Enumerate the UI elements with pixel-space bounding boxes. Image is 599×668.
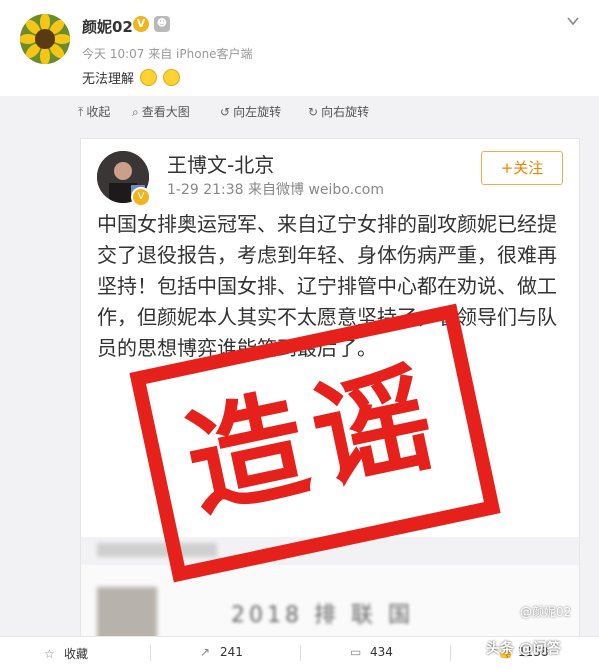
avatar[interactable] xyxy=(20,14,70,64)
comment-button[interactable]: ▭ 434 xyxy=(350,645,393,659)
repost-author-name[interactable]: 王博文-北京 xyxy=(167,149,274,178)
comment-icon: ▭ xyxy=(350,645,362,659)
forward-button[interactable]: ↗ 241 xyxy=(200,645,243,659)
comment-count: 434 xyxy=(370,645,393,659)
post-text: 无法理解 xyxy=(82,68,181,87)
rotate-left-icon: ↺ xyxy=(220,105,231,119)
post-timestamp[interactable]: 今天 10:07 xyxy=(82,47,144,61)
post-meta: 今天 10:07 来自 iPhone客户端 xyxy=(82,45,253,62)
post-text-content: 无法理解 xyxy=(82,72,135,87)
platform-watermark: 头条 @问答 xyxy=(486,641,561,657)
favorite-label: 收藏 xyxy=(64,647,89,661)
favorite-button[interactable]: ☆ 收藏 xyxy=(44,645,88,662)
collapse-icon: ⤒ xyxy=(78,105,84,119)
rotate-left-label: 向左旋转 xyxy=(233,105,282,119)
username[interactable]: 颜妮02 xyxy=(82,16,133,37)
view-large-button[interactable]: ⌕ 查看大图 xyxy=(132,103,190,120)
view-large-label: 查看大图 xyxy=(141,105,190,119)
blurred-thumbnail xyxy=(97,587,157,641)
verified-icon: V xyxy=(131,187,151,207)
emoji-icon xyxy=(163,69,181,86)
sunflower-avatar-image xyxy=(20,14,70,64)
watermark: @颜妮02 xyxy=(520,605,572,619)
rotate-right-icon: ↻ xyxy=(308,105,319,119)
collapse-button[interactable]: ⤒ 收起 xyxy=(78,103,110,120)
post-header: 颜妮02 V ☻ 今天 10:07 来自 iPhone客户端 无法理解 xyxy=(0,0,599,96)
rotate-left-button[interactable]: ↺ 向左旋转 xyxy=(220,103,281,120)
follow-button[interactable]: +关注 xyxy=(481,151,563,185)
collapse-label: 收起 xyxy=(86,105,111,119)
post-source[interactable]: 来自 iPhone客户端 xyxy=(148,47,252,61)
chevron-down-icon[interactable] xyxy=(566,14,580,28)
star-icon: ☆ xyxy=(44,647,55,661)
member-icon: ☻ xyxy=(154,16,170,32)
repost-timestamp[interactable]: 1-29 21:38 xyxy=(167,182,244,198)
repost-meta: 1-29 21:38 来自微博 weibo.com xyxy=(167,179,384,199)
rotate-right-label: 向右旋转 xyxy=(321,105,370,119)
rotate-right-button[interactable]: ↻ 向右旋转 xyxy=(308,103,369,120)
divider xyxy=(300,645,301,661)
forward-count: 241 xyxy=(220,645,243,659)
repost-source[interactable]: 来自微博 weibo.com xyxy=(248,182,384,198)
divider xyxy=(450,645,451,661)
divider xyxy=(150,645,151,661)
emoji-icon xyxy=(140,69,158,86)
zoom-icon: ⌕ xyxy=(132,105,139,119)
forward-icon: ↗ xyxy=(200,645,211,659)
verified-icon: V xyxy=(133,16,149,32)
blurred-text: 2018 排 联 国 xyxy=(231,603,414,628)
